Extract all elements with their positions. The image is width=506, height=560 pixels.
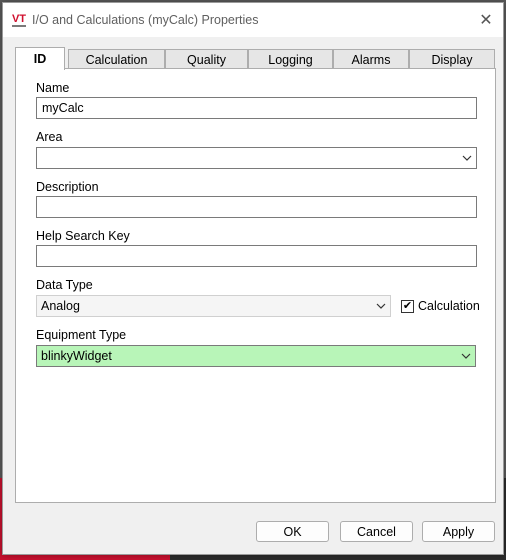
apply-button[interactable]: Apply (422, 521, 495, 542)
help-search-key-label: Help Search Key (36, 229, 130, 243)
logo-underline (12, 24, 26, 27)
chevron-down-icon (372, 303, 390, 309)
properties-dialog: VT I/O and Calculations (myCalc) Propert… (2, 2, 504, 555)
tab-strip: ID Calculation Quality Logging Alarms Di… (15, 47, 495, 70)
description-label: Description (36, 180, 99, 194)
data-type-value: Analog (41, 299, 80, 313)
name-field[interactable]: myCalc (36, 97, 477, 119)
title-bar[interactable]: VT I/O and Calculations (myCalc) Propert… (3, 3, 503, 37)
equipment-type-value: blinkyWidget (41, 349, 112, 363)
cancel-button[interactable]: Cancel (340, 521, 413, 542)
tab-quality[interactable]: Quality (165, 49, 248, 69)
tab-id[interactable]: ID (15, 47, 65, 70)
window-title: I/O and Calculations (myCalc) Properties (32, 13, 259, 27)
tab-alarms[interactable]: Alarms (333, 49, 409, 69)
data-type-dropdown[interactable]: Analog (36, 295, 391, 317)
help-search-key-field[interactable] (36, 245, 477, 267)
chevron-down-icon (457, 353, 475, 359)
app-logo-icon: VT (10, 12, 28, 28)
tab-display[interactable]: Display (409, 49, 495, 69)
name-label: Name (36, 81, 70, 95)
area-dropdown[interactable] (36, 147, 477, 169)
equipment-type-dropdown[interactable]: blinkyWidget (36, 345, 476, 367)
close-button[interactable]: ✕ (477, 11, 495, 29)
tab-logging[interactable]: Logging (248, 49, 333, 69)
name-value: myCalc (42, 101, 84, 115)
tab-calculation[interactable]: Calculation (68, 49, 165, 69)
data-type-label: Data Type (36, 278, 93, 292)
chevron-down-icon (458, 155, 476, 161)
area-label: Area (36, 130, 63, 144)
calculation-checkbox-row[interactable]: ✔ Calculation (401, 299, 480, 313)
tab-panel-id: Name myCalc Area Description Help Search… (15, 68, 496, 503)
description-field[interactable] (36, 196, 477, 218)
calculation-checkbox-label: Calculation (418, 299, 480, 313)
calculation-checkbox[interactable]: ✔ (401, 299, 414, 313)
close-icon: ✕ (479, 12, 493, 29)
ok-button[interactable]: OK (256, 521, 329, 542)
logo-text: VT (11, 12, 27, 25)
equipment-type-label: Equipment Type (36, 328, 127, 342)
